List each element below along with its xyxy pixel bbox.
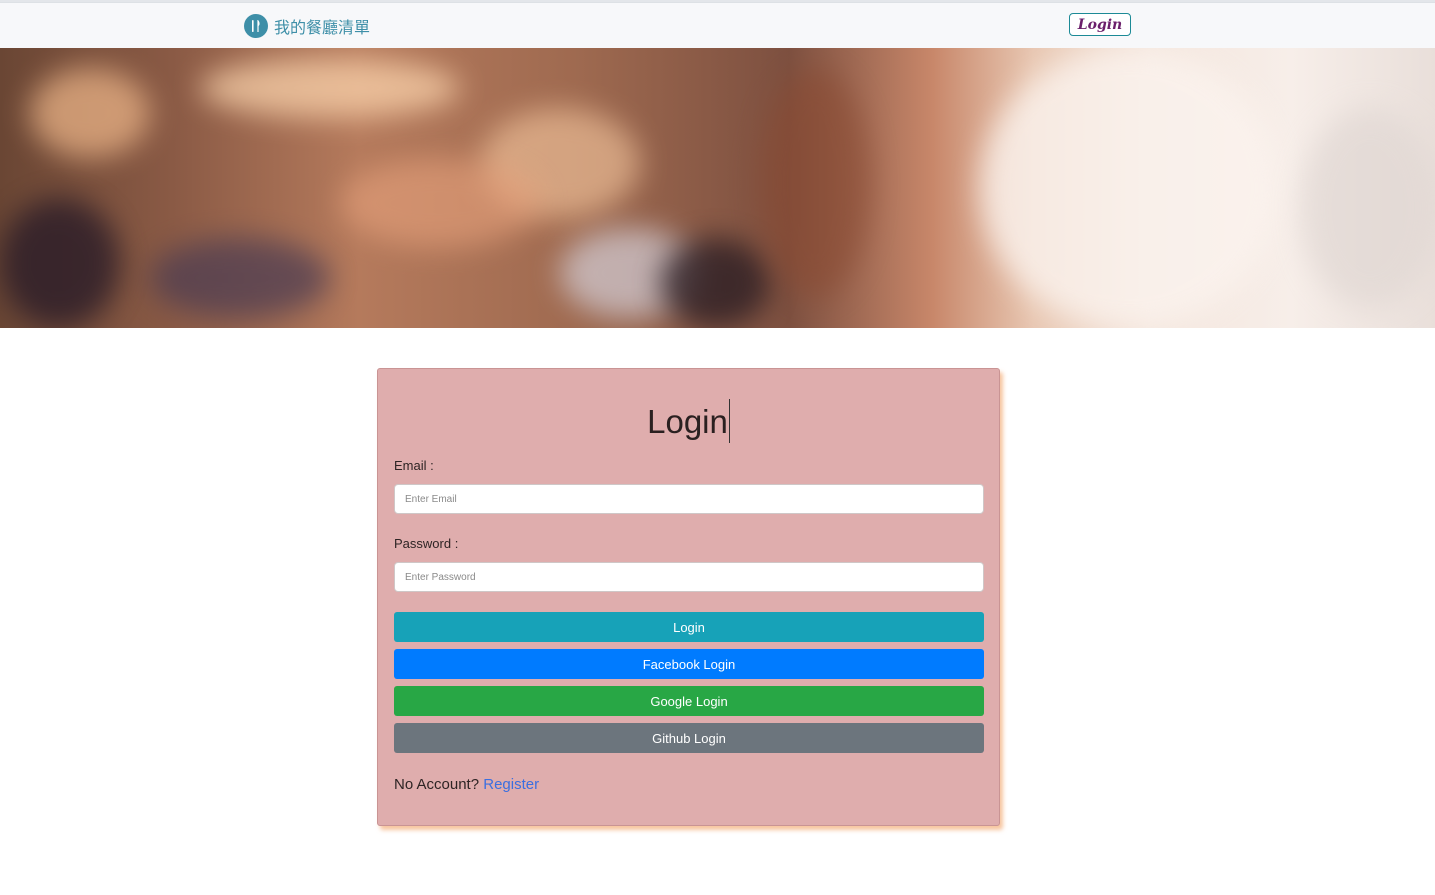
brand-title: 我的餐廳清單 [274, 18, 371, 37]
google-login-button[interactable]: Google Login [394, 686, 984, 716]
facebook-login-button[interactable]: Facebook Login [394, 649, 984, 679]
github-login-button[interactable]: Github Login [394, 723, 984, 753]
navbar-login-button[interactable]: Login [1069, 13, 1131, 36]
login-button[interactable]: Login [394, 612, 984, 642]
hero-banner-image [0, 48, 1435, 328]
brand-link[interactable]: 我的餐廳清單 [244, 13, 370, 39]
no-account-text: No Account? [394, 776, 480, 793]
register-prompt: No Account? Register [394, 776, 539, 793]
text-cursor [728, 399, 730, 443]
email-input[interactable] [394, 484, 984, 514]
login-title: Login [378, 399, 999, 443]
password-label: Password : [394, 536, 459, 551]
email-label: Email : [394, 458, 434, 473]
navbar: 我的餐廳清單 Login [0, 2, 1435, 49]
password-input[interactable] [394, 562, 984, 592]
login-card: Login Email : Password : Login Facebook … [377, 368, 1000, 826]
fork-knife-icon [244, 14, 268, 38]
register-link[interactable]: Register [483, 776, 539, 793]
